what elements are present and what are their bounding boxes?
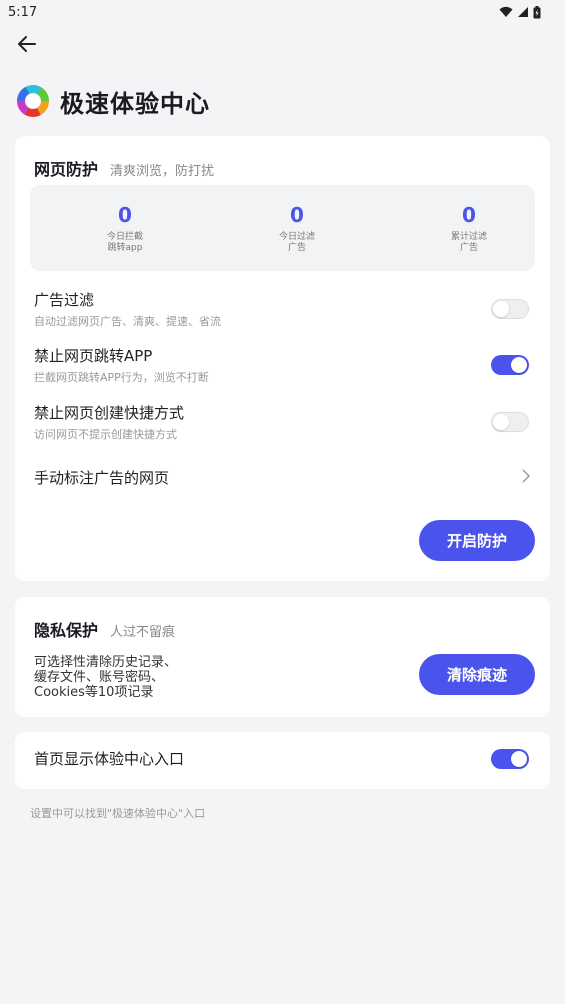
- web-protection-card: 网页防护 清爽浏览，防打扰 0 今日拦截 跳转app 0 今日过滤 广告 0 累…: [15, 136, 550, 581]
- web-protection-subtitle: 清爽浏览，防打扰: [110, 164, 215, 179]
- privacy-header: 隐私保护 人过不留痕: [34, 617, 175, 641]
- stat-blocked-jumps: 0 今日拦截 跳转app: [75, 203, 175, 254]
- option-ad-filter: 广告过滤 自动过滤网页广告、清爽、提速、省流: [34, 290, 221, 329]
- status-icons: [499, 5, 541, 19]
- option-description: 拦截网页跳转APP行为，浏览不打断: [34, 371, 209, 384]
- page-title: 极速体验中心: [60, 89, 210, 118]
- status-time: 5:17: [8, 4, 38, 20]
- home-entry-row: 首页显示体验中心入口: [34, 749, 184, 769]
- footnote: 设置中可以找到"极速体验中心"入口: [30, 807, 206, 820]
- block-shortcut-toggle[interactable]: [491, 412, 529, 432]
- home-entry-label: 首页显示体验中心入口: [34, 750, 185, 768]
- option-block-app-jump: 禁止网页跳转APP 拦截网页跳转APP行为，浏览不打断: [34, 346, 209, 385]
- stat-label: 今日过滤 广告: [278, 232, 315, 253]
- stat-value: 0: [462, 203, 476, 227]
- web-protection-header: 网页防护 清爽浏览，防打扰: [34, 156, 214, 180]
- app-logo: [16, 84, 50, 118]
- stat-label: 今日拦截 跳转app: [106, 232, 143, 253]
- option-block-shortcut: 禁止网页创建快捷方式 访问网页不提示创建快捷方式: [34, 403, 184, 442]
- toggle-knob: [511, 357, 527, 373]
- clear-traces-button[interactable]: 清除痕迹: [419, 654, 535, 695]
- stat-value: 0: [290, 203, 304, 227]
- wifi-icon: [499, 6, 513, 17]
- home-entry-toggle[interactable]: [491, 749, 529, 769]
- toggle-knob: [511, 751, 527, 767]
- option-title: 禁止网页创建快捷方式: [34, 404, 185, 422]
- signal-icon: [518, 7, 528, 17]
- option-title: 禁止网页跳转APP: [34, 347, 153, 365]
- ad-filter-toggle[interactable]: [491, 299, 529, 319]
- stat-label: 累计过滤 广告: [450, 232, 487, 253]
- page-header: 极速体验中心: [0, 64, 565, 120]
- enable-protection-button[interactable]: 开启防护: [419, 520, 535, 561]
- toggle-knob: [493, 301, 509, 317]
- top-bar: [0, 24, 565, 64]
- manual-mark-row[interactable]: 手动标注广告的网页: [34, 468, 534, 488]
- back-button[interactable]: [14, 31, 40, 57]
- privacy-card: 隐私保护 人过不留痕 可选择性清除历史记录、 缓存文件、账号密码、 Cookie…: [15, 597, 550, 717]
- battery-icon: [533, 5, 541, 18]
- toggle-knob: [493, 414, 509, 430]
- stat-filtered-today: 0 今日过滤 广告: [247, 203, 347, 254]
- block-app-jump-toggle[interactable]: [491, 355, 529, 375]
- stat-value: 0: [118, 203, 132, 227]
- web-protection-title: 网页防护: [34, 160, 99, 179]
- option-description: 自动过滤网页广告、清爽、提速、省流: [34, 315, 221, 328]
- stat-filtered-total: 0 累计过滤 广告: [419, 203, 519, 254]
- privacy-description: 可选择性清除历史记录、 缓存文件、账号密码、 Cookies等10项记录: [34, 655, 178, 700]
- option-title: 广告过滤: [34, 291, 95, 309]
- arrow-left-icon: [18, 36, 36, 52]
- privacy-title: 隐私保护: [34, 621, 99, 640]
- chevron-right-icon: [522, 468, 531, 487]
- option-description: 访问网页不提示创建快捷方式: [34, 428, 177, 441]
- home-entry-card: 首页显示体验中心入口: [15, 732, 550, 789]
- privacy-subtitle: 人过不留痕: [110, 625, 176, 640]
- stats-panel: 0 今日拦截 跳转app 0 今日过滤 广告 0 累计过滤 广告: [30, 185, 535, 271]
- status-bar: 5:17: [0, 0, 565, 24]
- manual-mark-label: 手动标注广告的网页: [34, 469, 170, 487]
